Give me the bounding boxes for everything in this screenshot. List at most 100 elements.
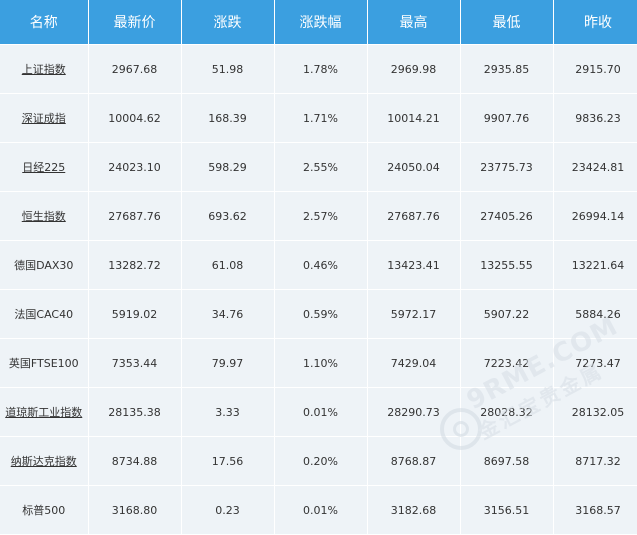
table-row: 标普500 3168.80 0.23 0.01% 3182.68 3156.51 3168.… [0, 485, 637, 535]
latest-price-cell: 5919.02 [88, 289, 182, 339]
change-cell: 79.97 [181, 338, 275, 388]
low-cell: 27405.26 [460, 191, 554, 241]
table-row: 恒生指数 27687.76 693.62 2.57% 27687.76 27405.26 2… [0, 191, 637, 241]
change-pct-cell: 0.01% [274, 387, 368, 437]
latest-price-cell: 7353.44 [88, 338, 182, 388]
index-name-cell: 道琼斯工业指数 [0, 387, 89, 437]
change-pct-cell: 2.57% [274, 191, 368, 241]
table-header: 名称 最新价 涨跌 涨跌幅 最高 最低 昨收 [0, 0, 637, 45]
low-cell: 7223.42 [460, 338, 554, 388]
table-row: 德国DAX30 13282.72 61.08 0.46% 13423.41 13255.5… [0, 240, 637, 290]
index-name-label: 英国FTSE100 [8, 357, 79, 370]
header-row: 名称 最新价 涨跌 涨跌幅 最高 最低 昨收 [0, 0, 637, 45]
high-cell: 13423.41 [367, 240, 461, 290]
high-cell: 7429.04 [367, 338, 461, 388]
change-cell: 17.56 [181, 436, 275, 486]
index-name-label: 法国CAC40 [14, 308, 74, 321]
low-cell: 23775.73 [460, 142, 554, 192]
low-cell: 9907.76 [460, 93, 554, 143]
prev-close-cell: 26994.14 [553, 191, 637, 241]
latest-price-cell: 10004.62 [88, 93, 182, 143]
column-header-high: 最高 [367, 0, 461, 45]
index-name-cell: 德国DAX30 [0, 240, 89, 290]
change-pct-cell: 1.71% [274, 93, 368, 143]
low-cell: 28028.32 [460, 387, 554, 437]
prev-close-cell: 9836.23 [553, 93, 637, 143]
index-name-link[interactable]: 上证指数 [22, 63, 66, 76]
low-cell: 2935.85 [460, 44, 554, 94]
change-cell: 61.08 [181, 240, 275, 290]
high-cell: 24050.04 [367, 142, 461, 192]
latest-price-cell: 13282.72 [88, 240, 182, 290]
column-header-latest: 最新价 [88, 0, 182, 45]
high-cell: 8768.87 [367, 436, 461, 486]
prev-close-cell: 8717.32 [553, 436, 637, 486]
change-cell: 693.62 [181, 191, 275, 241]
change-pct-cell: 2.55% [274, 142, 368, 192]
market-index-table: 名称 最新价 涨跌 涨跌幅 最高 最低 昨收 上证指数 2967.68 51.98 1… [0, 0, 637, 535]
change-cell: 598.29 [181, 142, 275, 192]
index-name-cell: 深证成指 [0, 93, 89, 143]
change-cell: 3.33 [181, 387, 275, 437]
table-row: 道琼斯工业指数 28135.38 3.33 0.01% 28290.73 28028.32… [0, 387, 637, 437]
index-name-cell: 恒生指数 [0, 191, 89, 241]
low-cell: 5907.22 [460, 289, 554, 339]
table-row: 上证指数 2967.68 51.98 1.78% 2969.98 2935.85 2915.… [0, 44, 637, 94]
column-header-low: 最低 [460, 0, 554, 45]
change-pct-cell: 0.59% [274, 289, 368, 339]
index-name-link[interactable]: 纳斯达克指数 [11, 455, 77, 468]
change-pct-cell: 0.20% [274, 436, 368, 486]
prev-close-cell: 5884.26 [553, 289, 637, 339]
prev-close-cell: 2915.70 [553, 44, 637, 94]
high-cell: 27687.76 [367, 191, 461, 241]
index-name-link[interactable]: 道琼斯工业指数 [5, 406, 82, 419]
low-cell: 13255.55 [460, 240, 554, 290]
index-name-link[interactable]: 深证成指 [22, 112, 66, 125]
change-pct-cell: 0.01% [274, 485, 368, 535]
index-name-cell: 日经225 [0, 142, 89, 192]
prev-close-cell: 28132.05 [553, 387, 637, 437]
change-pct-cell: 1.78% [274, 44, 368, 94]
column-header-name: 名称 [0, 0, 89, 45]
index-name-cell: 法国CAC40 [0, 289, 89, 339]
prev-close-cell: 3168.57 [553, 485, 637, 535]
high-cell: 3182.68 [367, 485, 461, 535]
table-row: 日经225 24023.10 598.29 2.55% 24050.04 23775.73… [0, 142, 637, 192]
column-header-prev-close: 昨收 [553, 0, 637, 45]
column-header-change-pct: 涨跌幅 [274, 0, 368, 45]
high-cell: 10014.21 [367, 93, 461, 143]
index-name-link[interactable]: 恒生指数 [22, 210, 66, 223]
table-row: 法国CAC40 5919.02 34.76 0.59% 5972.17 5907.22 58… [0, 289, 637, 339]
index-name-label: 标普500 [22, 504, 66, 517]
index-name-cell: 上证指数 [0, 44, 89, 94]
change-cell: 168.39 [181, 93, 275, 143]
index-name-cell: 英国FTSE100 [0, 338, 89, 388]
change-pct-cell: 0.46% [274, 240, 368, 290]
low-cell: 8697.58 [460, 436, 554, 486]
latest-price-cell: 2967.68 [88, 44, 182, 94]
latest-price-cell: 3168.80 [88, 485, 182, 535]
change-cell: 0.23 [181, 485, 275, 535]
table-row: 深证成指 10004.62 168.39 1.71% 10014.21 9907.76 98… [0, 93, 637, 143]
index-name-cell: 纳斯达克指数 [0, 436, 89, 486]
change-cell: 51.98 [181, 44, 275, 94]
latest-price-cell: 24023.10 [88, 142, 182, 192]
index-name-link[interactable]: 日经225 [22, 161, 65, 174]
prev-close-cell: 13221.64 [553, 240, 637, 290]
prev-close-cell: 23424.81 [553, 142, 637, 192]
change-pct-cell: 1.10% [274, 338, 368, 388]
prev-close-cell: 7273.47 [553, 338, 637, 388]
low-cell: 3156.51 [460, 485, 554, 535]
high-cell: 28290.73 [367, 387, 461, 437]
high-cell: 2969.98 [367, 44, 461, 94]
latest-price-cell: 27687.76 [88, 191, 182, 241]
latest-price-cell: 28135.38 [88, 387, 182, 437]
column-header-change: 涨跌 [181, 0, 275, 45]
change-cell: 34.76 [181, 289, 275, 339]
index-name-label: 德国DAX30 [14, 259, 74, 272]
table-row: 英国FTSE100 7353.44 79.97 1.10% 7429.04 7223.42… [0, 338, 637, 388]
index-name-cell: 标普500 [0, 485, 89, 535]
high-cell: 5972.17 [367, 289, 461, 339]
table-row: 纳斯达克指数 8734.88 17.56 0.20% 8768.87 8697.58 871… [0, 436, 637, 486]
latest-price-cell: 8734.88 [88, 436, 182, 486]
